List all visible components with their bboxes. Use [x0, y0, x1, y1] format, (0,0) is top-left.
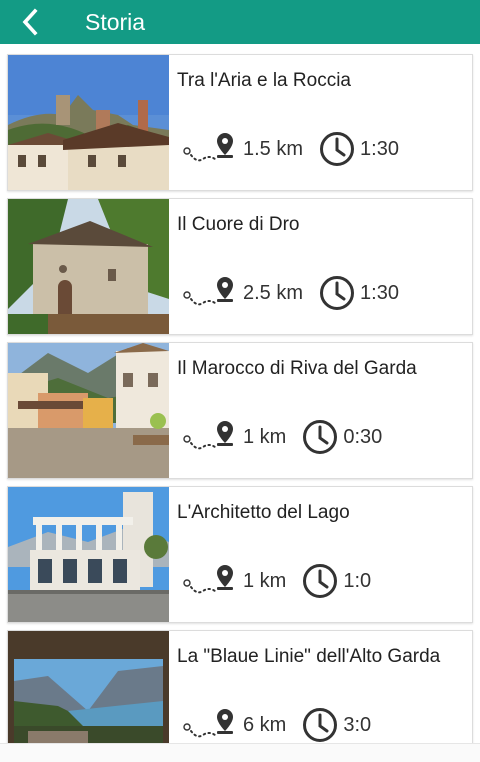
route-stats: 2.5 km 1:30	[181, 273, 399, 313]
route-info: La "Blaue Linie" dell'Alto Garda 6 km 3:…	[169, 631, 472, 744]
route-image	[8, 343, 169, 478]
route-card[interactable]: Il Marocco di Riva del Garda 1 km 0:30	[7, 342, 473, 479]
route-distance: 1 km	[243, 569, 287, 592]
route-card[interactable]: Il Cuore di Dro 2.5 km 1:30	[7, 198, 473, 335]
back-button[interactable]	[0, 0, 60, 44]
app-bar: Storia	[0, 0, 480, 44]
route-card[interactable]: Tra l'Aria e la Roccia 1.5 km 1:30	[7, 54, 473, 191]
map-pin-path-icon	[183, 421, 233, 450]
route-duration: 3:0	[343, 713, 372, 736]
page-title: Storia	[85, 8, 146, 35]
route-info: L'Architetto del Lago 1 km 1:0	[169, 487, 472, 622]
chevron-left-icon	[22, 8, 38, 36]
route-title: L'Architetto del Lago	[177, 502, 350, 523]
route-distance: 1.5 km	[243, 137, 304, 160]
route-duration: 1:0	[343, 569, 372, 592]
route-info: Il Cuore di Dro 2.5 km 1:30	[169, 199, 472, 334]
map-pin-path-icon	[183, 133, 233, 162]
route-distance: 1 km	[243, 425, 287, 448]
route-card[interactable]: L'Architetto del Lago 1 km 1:0	[7, 486, 473, 623]
map-pin-path-icon	[183, 565, 233, 594]
clock-icon	[303, 564, 338, 598]
route-info: Il Marocco di Riva del Garda 1 km 0:30	[169, 343, 472, 478]
route-duration: 0:30	[343, 425, 383, 448]
clock-icon	[303, 708, 338, 742]
route-duration: 1:30	[360, 281, 399, 304]
route-distance: 2.5 km	[243, 281, 304, 304]
route-info: Tra l'Aria e la Roccia 1.5 km 1:30	[169, 55, 472, 190]
route-image	[8, 199, 169, 334]
route-stats: 1.5 km 1:30	[181, 129, 399, 169]
route-image	[8, 631, 169, 744]
route-title: Il Cuore di Dro	[177, 214, 300, 235]
map-pin-path-icon	[183, 709, 233, 738]
clock-icon	[320, 276, 355, 310]
route-title: La "Blaue Linie" dell'Alto Garda	[177, 646, 441, 667]
route-stats: 1 km 0:30	[181, 417, 382, 457]
bottom-bar	[0, 743, 480, 762]
route-list[interactable]: Tra l'Aria e la Roccia 1.5 km 1:30 Il Cu…	[0, 44, 480, 744]
route-duration: 1:30	[360, 137, 399, 160]
route-image	[8, 487, 169, 622]
route-stats: 6 km 3:0	[181, 705, 371, 744]
clock-icon	[320, 132, 355, 166]
route-distance: 6 km	[243, 713, 287, 736]
route-image	[8, 55, 169, 190]
route-stats: 1 km 1:0	[181, 561, 371, 601]
route-title: Il Marocco di Riva del Garda	[177, 358, 417, 379]
route-title: Tra l'Aria e la Roccia	[177, 70, 351, 91]
map-pin-path-icon	[183, 277, 233, 306]
clock-icon	[303, 420, 338, 454]
route-card[interactable]: La "Blaue Linie" dell'Alto Garda 6 km 3:…	[7, 630, 473, 744]
